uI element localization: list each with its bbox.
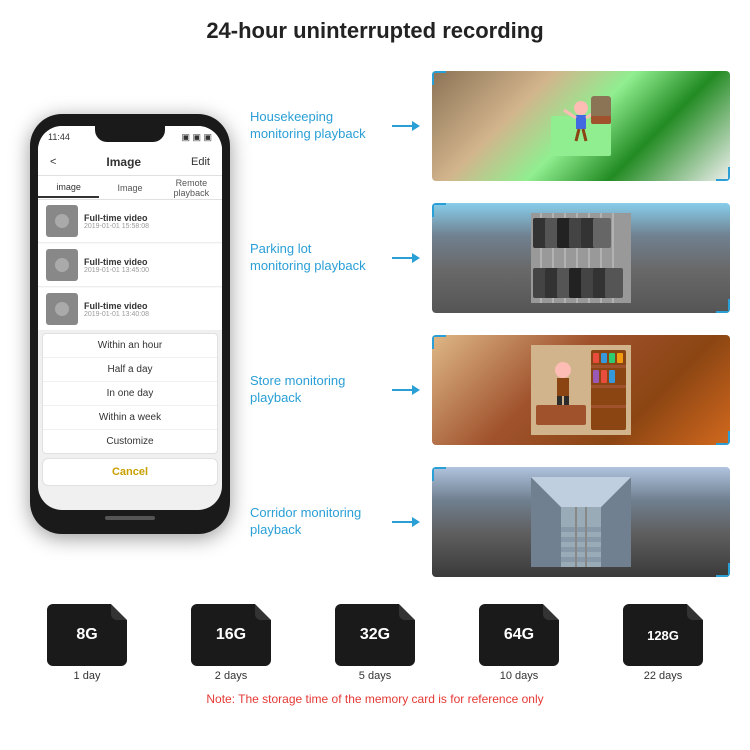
monitoring-row-store: Store monitoringplayback xyxy=(250,335,730,445)
list-item-text: Full-time video 2019-01-01 13:40:08 xyxy=(84,301,214,318)
video-thumbnail xyxy=(46,205,78,237)
monitoring-row-parking: Parking lotmonitoring playback xyxy=(250,203,730,313)
sd-card-size-64g: 64G xyxy=(504,626,534,644)
sd-card-days-64g: 10 days xyxy=(500,670,539,682)
dropdown-item-custom[interactable]: Customize xyxy=(43,430,217,453)
phone-nav-bar: < Image Edit xyxy=(38,148,222,176)
phone-tab-image2[interactable]: Image xyxy=(99,179,160,197)
video-thumbnail xyxy=(46,249,78,281)
storage-cards: 8G 1 day 16G 2 days 32G 5 days 64G 10 da… xyxy=(15,604,735,682)
storage-card-16g: 16G 2 days xyxy=(191,604,271,682)
list-item[interactable]: Full-time video 2019-01-01 15:58:08 xyxy=(38,200,222,243)
phone-nav-edit[interactable]: Edit xyxy=(191,156,210,168)
corridor-svg xyxy=(531,477,631,567)
monitoring-label-corridor: Corridor monitoringplayback xyxy=(250,505,380,539)
sd-card-days-32g: 5 days xyxy=(359,670,391,682)
monitoring-label-parking: Parking lotmonitoring playback xyxy=(250,241,380,275)
list-item-title: Full-time video xyxy=(84,213,214,223)
monitoring-row-housekeeping: Housekeepingmonitoring playback xyxy=(250,71,730,181)
sd-card-32g: 32G xyxy=(335,604,415,666)
connector-parking xyxy=(392,253,420,263)
list-item[interactable]: Full-time video 2019-01-01 13:40:08 xyxy=(38,288,222,331)
list-item-date: 2019-01-01 13:45:00 xyxy=(84,267,214,274)
connector-housekeeping xyxy=(392,121,420,131)
list-item-text: Full-time video 2019-01-01 15:58:08 xyxy=(84,213,214,230)
dropdown-item-hour[interactable]: Within an hour xyxy=(43,334,217,358)
sd-card-size-32g: 32G xyxy=(360,626,390,644)
right-panel: Housekeepingmonitoring playback xyxy=(250,54,730,594)
monitoring-label-store: Store monitoringplayback xyxy=(250,373,380,407)
sd-card-size-16g: 16G xyxy=(216,626,246,644)
storage-card-32g: 32G 5 days xyxy=(335,604,415,682)
list-item-date: 2019-01-01 15:58:08 xyxy=(84,223,214,230)
connector-corridor xyxy=(392,517,420,527)
dropdown-item-halfday[interactable]: Half a day xyxy=(43,358,217,382)
phone-icons: ▣ ▣ ▣ xyxy=(181,132,212,143)
sd-card-days-16g: 2 days xyxy=(215,670,247,682)
storage-card-128g: 128G 22 days xyxy=(623,604,703,682)
page-title: 24-hour uninterrupted recording xyxy=(0,0,750,54)
monitoring-image-parking xyxy=(432,203,730,313)
sd-card-128g: 128G xyxy=(623,604,703,666)
dropdown-cancel-button[interactable]: Cancel xyxy=(42,458,218,486)
phone-nav-back[interactable]: < xyxy=(50,156,56,168)
parking-svg xyxy=(531,213,631,303)
storage-card-64g: 64G 10 days xyxy=(479,604,559,682)
list-item-date: 2019-01-01 13:40:08 xyxy=(84,311,214,318)
store-svg xyxy=(531,345,631,435)
list-item-title: Full-time video xyxy=(84,301,214,311)
sd-card-days-128g: 22 days xyxy=(644,670,683,682)
monitoring-image-housekeeping xyxy=(432,71,730,181)
monitoring-row-corridor: Corridor monitoringplayback xyxy=(250,467,730,577)
monitoring-image-store xyxy=(432,335,730,445)
phone-screen: 11:44 ▣ ▣ ▣ < Image Edit image Image Rem… xyxy=(38,126,222,510)
sd-card-days-8g: 1 day xyxy=(74,670,101,682)
sd-card-16g: 16G xyxy=(191,604,271,666)
phone-tab-remote[interactable]: Remote playback xyxy=(161,174,222,202)
phone-container: 11:44 ▣ ▣ ▣ < Image Edit image Image Rem… xyxy=(20,54,240,594)
sd-card-64g: 64G xyxy=(479,604,559,666)
storage-card-8g: 8G 1 day xyxy=(47,604,127,682)
phone-notch xyxy=(95,126,165,142)
storage-section: 8G 1 day 16G 2 days 32G 5 days 64G 10 da… xyxy=(0,594,750,715)
connector-store xyxy=(392,385,420,395)
list-item-title: Full-time video xyxy=(84,257,214,267)
phone-time: 11:44 xyxy=(48,132,70,142)
dropdown-item-oneday[interactable]: In one day xyxy=(43,382,217,406)
main-content: 11:44 ▣ ▣ ▣ < Image Edit image Image Rem… xyxy=(0,54,750,594)
monitoring-image-corridor xyxy=(432,467,730,577)
phone-list: Full-time video 2019-01-01 15:58:08 Full… xyxy=(38,200,222,331)
sd-card-size-128g: 128G xyxy=(647,628,679,643)
phone-tabs: image Image Remote playback xyxy=(38,176,222,200)
list-item-text: Full-time video 2019-01-01 13:45:00 xyxy=(84,257,214,274)
phone-tab-image[interactable]: image xyxy=(38,178,99,198)
list-item[interactable]: Full-time video 2019-01-01 13:45:00 xyxy=(38,244,222,287)
phone-home-bar xyxy=(105,516,155,520)
video-thumbnail xyxy=(46,293,78,325)
monitoring-label-housekeeping: Housekeepingmonitoring playback xyxy=(250,109,380,143)
sd-card-8g: 8G xyxy=(47,604,127,666)
dropdown-item-week[interactable]: Within a week xyxy=(43,406,217,430)
phone-mockup: 11:44 ▣ ▣ ▣ < Image Edit image Image Rem… xyxy=(30,114,230,534)
sd-card-size-8g: 8G xyxy=(76,626,97,644)
housekeeping-svg xyxy=(546,86,616,166)
phone-dropdown-menu: Within an hour Half a day In one day Wit… xyxy=(42,333,218,454)
storage-note: Note: The storage time of the memory car… xyxy=(15,688,735,710)
phone-nav-title: Image xyxy=(106,155,141,169)
